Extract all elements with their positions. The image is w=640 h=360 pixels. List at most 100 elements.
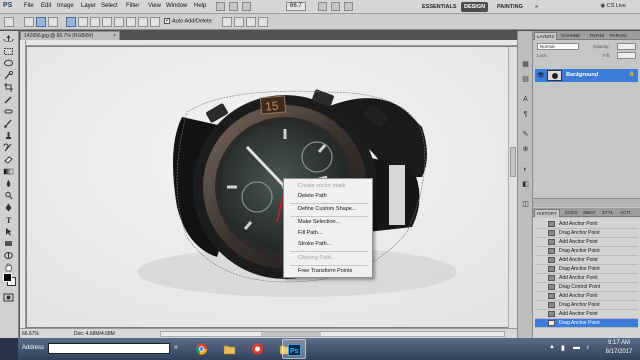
address-input[interactable]	[48, 343, 170, 354]
swatches-panel-icon[interactable]: ▤	[521, 76, 530, 84]
menu-layer[interactable]: Layer	[81, 3, 96, 9]
menu-help[interactable]: Help	[194, 3, 206, 9]
dodge-tool-icon[interactable]	[3, 191, 14, 200]
eraser-tool-icon[interactable]	[3, 155, 14, 164]
vertical-scroll-thumb[interactable]	[510, 147, 516, 177]
bridge-icon[interactable]	[216, 2, 225, 11]
layer-name[interactable]: Background	[566, 72, 598, 78]
line-icon[interactable]	[138, 17, 148, 27]
auto-add-delete-checkbox[interactable]: Auto Add/Delete	[164, 17, 212, 24]
eyedropper-tool-icon[interactable]	[3, 95, 14, 104]
clock-time[interactable]: 9:17 AM	[599, 340, 639, 346]
history-item[interactable]: Drag Control Point	[535, 283, 638, 292]
history-item[interactable]: Drag Anchor Point	[535, 229, 638, 238]
pen-tool-icon[interactable]	[3, 203, 14, 212]
hand-tool-icon[interactable]	[3, 263, 14, 272]
document-tab[interactable]: 142656.jpg @ 66.7% (RGB/8#) ×	[20, 31, 120, 40]
ctx-delete-path[interactable]: Delete Path	[298, 193, 327, 199]
network-icon[interactable]: ▮	[561, 344, 565, 352]
ctx-free-transform-points[interactable]: Free Transform Points	[298, 268, 352, 274]
extras-icon[interactable]	[242, 2, 251, 11]
blend-mode-select[interactable]: Normal	[537, 43, 579, 50]
history-item[interactable]: Add Anchor Point	[535, 238, 638, 247]
marquee-tool-icon[interactable]	[3, 47, 14, 56]
blur-tool-icon[interactable]	[3, 179, 14, 188]
tab-actions[interactable]: ACTI	[618, 209, 632, 216]
clone-stamp-tool-icon[interactable]	[3, 131, 14, 140]
tab-channels[interactable]: CHANNE	[559, 32, 582, 39]
foreground-background-colors[interactable]	[3, 273, 16, 286]
path-intersect-icon[interactable]	[246, 17, 256, 27]
spot-healing-tool-icon[interactable]	[3, 107, 14, 116]
path-add-icon[interactable]	[222, 17, 232, 27]
fill-field[interactable]	[617, 52, 636, 59]
path-exclude-icon[interactable]	[258, 17, 268, 27]
battery-icon[interactable]: ▬	[573, 344, 580, 351]
visibility-eye-icon[interactable]: 👁	[537, 72, 545, 79]
address-toolbar-chevron-icon[interactable]: »	[174, 344, 178, 351]
lasso-tool-icon[interactable]	[3, 59, 14, 68]
paragraph-panel-icon[interactable]: ¶	[521, 111, 530, 119]
tab-history[interactable]: HISTORY	[534, 209, 560, 217]
history-item[interactable]: Add Anchor Point	[535, 256, 638, 265]
brush-tool-icon[interactable]	[3, 119, 14, 128]
workspace-essentials[interactable]: ESSENTIALS	[419, 2, 460, 12]
tray-expand-icon[interactable]: ▲	[549, 344, 555, 350]
color-panel-icon[interactable]: ▦	[521, 61, 530, 69]
menu-filter[interactable]: Filter	[126, 3, 139, 9]
type-tool-icon[interactable]: T	[3, 215, 14, 224]
volume-icon[interactable]: ♪	[586, 344, 590, 351]
menu-view[interactable]: View	[148, 3, 161, 9]
crop-tool-icon[interactable]	[3, 83, 14, 92]
menu-window[interactable]: Window	[166, 3, 187, 9]
path-subtract-icon[interactable]	[234, 17, 244, 27]
freeform-pen-icon[interactable]	[78, 17, 88, 27]
taskbar-explorer[interactable]	[218, 339, 242, 359]
taskbar-chrome[interactable]	[190, 339, 214, 359]
history-item[interactable]: Drag Anchor Point	[535, 265, 638, 274]
ctx-stroke-path[interactable]: Stroke Path...	[298, 241, 331, 247]
rotate-view-icon[interactable]	[344, 2, 353, 11]
history-item[interactable]: Add Anchor Point	[535, 220, 638, 229]
clock-date[interactable]: 8/17/2017	[599, 349, 639, 355]
clone-source-panel-icon[interactable]: ⊕	[521, 146, 530, 154]
history-item[interactable]: Drag Anchor Point	[535, 301, 638, 310]
rounded-rectangle-icon[interactable]	[102, 17, 112, 27]
vertical-ruler[interactable]	[20, 40, 26, 328]
taskbar-media[interactable]	[246, 339, 270, 359]
mini-bridge-icon[interactable]	[229, 2, 238, 11]
history-item[interactable]: Add Anchor Point	[535, 292, 638, 301]
zoom-select[interactable]: 66.7	[286, 2, 306, 11]
tab-swatches[interactable]: SWAT	[581, 209, 598, 216]
move-tool-icon[interactable]	[3, 35, 14, 44]
document-info[interactable]: Doc: 4.68M/4.68M	[74, 331, 115, 337]
polygon-icon[interactable]	[126, 17, 136, 27]
quick-mask-icon[interactable]	[3, 293, 14, 302]
hand-tool-icon[interactable]	[318, 2, 327, 11]
custom-shape-icon[interactable]	[150, 17, 160, 27]
close-document-icon[interactable]: ×	[113, 33, 116, 39]
pen-tool-preset-icon[interactable]	[4, 17, 14, 27]
navigator-panel-icon[interactable]: ◫	[521, 201, 530, 209]
foreground-color-swatch[interactable]	[3, 273, 12, 282]
history-item[interactable]: Add Anchor Point	[535, 274, 638, 283]
workspace-design[interactable]: DESIGN	[461, 2, 489, 12]
horizontal-ruler[interactable]	[20, 40, 517, 46]
quick-selection-tool-icon[interactable]	[3, 71, 14, 80]
more-workspaces[interactable]: »	[532, 2, 541, 12]
gradient-tool-icon[interactable]	[3, 167, 14, 176]
opacity-field[interactable]	[617, 43, 636, 50]
paths-mode-icon[interactable]	[36, 17, 46, 27]
ctx-fill-path[interactable]: Fill Path...	[298, 230, 322, 236]
adjustments-panel-icon[interactable]: ◐	[521, 166, 530, 174]
path-selection-tool-icon[interactable]	[3, 227, 14, 236]
tab-paragraph[interactable]: PARAGI	[608, 32, 629, 39]
tab-layers[interactable]: LAYERS	[534, 32, 558, 40]
tab-color[interactable]: COLO	[563, 209, 580, 216]
pen-icon[interactable]	[66, 17, 76, 27]
fill-pixels-icon[interactable]	[48, 17, 58, 27]
zoom-tool-icon[interactable]	[331, 2, 340, 11]
rectangle-icon[interactable]	[90, 17, 100, 27]
workspace-painting[interactable]: PAINTING	[494, 2, 526, 12]
cs-live-button[interactable]: ◉ CS Live	[600, 3, 626, 9]
